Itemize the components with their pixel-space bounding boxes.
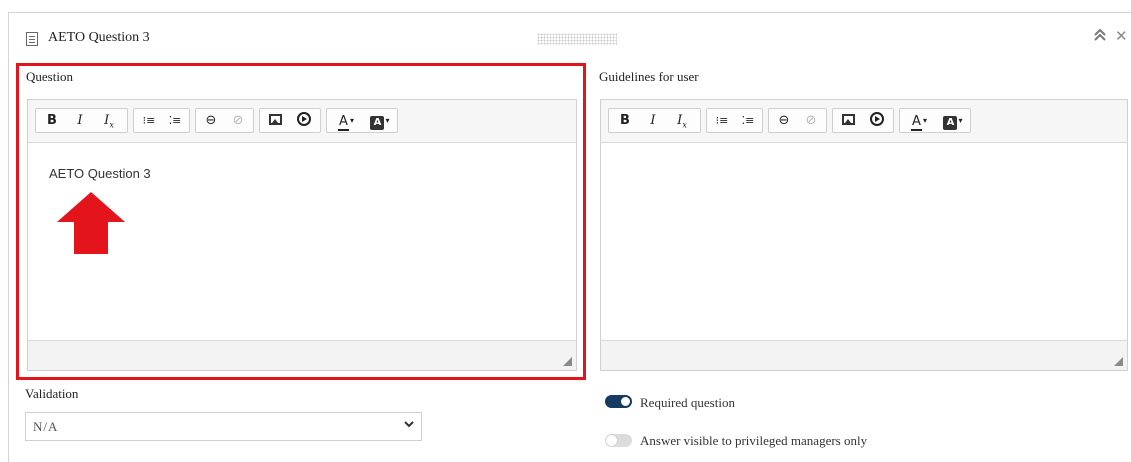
text-color-button[interactable]: A ▾	[332, 111, 360, 131]
bg-color-caret: ▾	[958, 116, 963, 125]
guidelines-status-bar	[601, 340, 1127, 370]
media-group	[259, 108, 321, 133]
numbered-list-icon[interactable]: ⁝≡	[139, 111, 159, 131]
link-group: ⊖ ⊘	[195, 108, 254, 133]
bg-color-glyph: A	[943, 116, 958, 130]
background-color-button[interactable]: A ▾	[939, 111, 967, 131]
guidelines-label: Guidelines for user	[599, 69, 699, 84]
background-color-button[interactable]: A ▾	[366, 111, 394, 131]
question-toolbar: B I Ix ⁝≡ ⁚≡ ⊖ ⊘ A ▾ A ▾	[28, 100, 576, 143]
chevron-down-icon	[403, 418, 415, 433]
toggle-knob	[606, 435, 617, 446]
red-arrow-icon	[57, 192, 125, 254]
toggle-knob	[621, 397, 630, 406]
remove-format-sub: x	[682, 120, 687, 130]
privileged-visibility-toggle[interactable]	[605, 434, 632, 447]
text-color-caret: ▾	[922, 116, 927, 125]
text-color-caret: ▾	[349, 116, 354, 125]
document-icon	[26, 32, 38, 46]
video-icon[interactable]	[293, 111, 315, 131]
list-group: ⁝≡ ⁚≡	[133, 108, 190, 133]
collapse-icon[interactable]	[1093, 28, 1107, 45]
guidelines-editor-body[interactable]	[601, 143, 1127, 340]
remove-format-button[interactable]: Ix	[98, 111, 120, 131]
image-glyph	[268, 114, 282, 125]
play-glyph	[870, 112, 884, 126]
bg-color-caret: ▾	[385, 116, 390, 125]
numbered-list-icon[interactable]: ⁝≡	[712, 111, 732, 131]
italic-button[interactable]: I	[645, 111, 661, 131]
text-color-glyph: A	[911, 114, 922, 131]
color-group: A ▾ A ▾	[326, 108, 398, 133]
image-icon[interactable]	[838, 111, 858, 131]
validation-label: Validation	[25, 386, 79, 401]
remove-format-button[interactable]: Ix	[671, 111, 693, 131]
bulleted-list-icon[interactable]: ⁚≡	[165, 111, 185, 131]
unlink-icon[interactable]: ⊘	[228, 111, 248, 131]
validation-selected-value: N/A	[33, 419, 59, 434]
question-label: Question	[26, 69, 73, 84]
link-icon[interactable]: ⊖	[774, 111, 794, 131]
remove-format-sub: x	[109, 120, 114, 130]
close-icon[interactable]: ✕	[1115, 28, 1128, 44]
bulleted-list-icon[interactable]: ⁚≡	[738, 111, 758, 131]
video-icon[interactable]	[866, 111, 888, 131]
resize-grip-icon[interactable]	[563, 357, 572, 366]
question-text: AETO Question 3	[49, 166, 151, 181]
italic-button[interactable]: I	[72, 111, 88, 131]
format-group: B I Ix	[35, 108, 128, 133]
bold-button[interactable]: B	[44, 111, 60, 131]
privileged-visibility-label: Answer visible to privileged managers on…	[640, 433, 868, 448]
unlink-icon[interactable]: ⊘	[801, 111, 821, 131]
link-group: ⊖ ⊘	[768, 108, 827, 133]
bold-button[interactable]: B	[617, 111, 633, 131]
link-icon[interactable]: ⊖	[201, 111, 221, 131]
list-group: ⁝≡ ⁚≡	[706, 108, 763, 133]
text-color-button[interactable]: A ▾	[905, 111, 933, 131]
required-question-label: Required question	[640, 395, 735, 410]
required-question-toggle[interactable]	[605, 395, 632, 408]
play-glyph	[297, 112, 311, 126]
question-status-bar	[28, 340, 576, 370]
image-glyph	[841, 114, 855, 125]
text-color-glyph: A	[338, 114, 349, 131]
validation-select[interactable]: N/A	[25, 412, 422, 441]
guidelines-editor[interactable]: B I Ix ⁝≡ ⁚≡ ⊖ ⊘ A ▾ A ▾	[600, 99, 1128, 371]
guidelines-toolbar: B I Ix ⁝≡ ⁚≡ ⊖ ⊘ A ▾ A ▾	[601, 100, 1127, 143]
resize-grip-icon[interactable]	[1114, 357, 1123, 366]
drag-handle[interactable]	[537, 33, 617, 45]
bg-color-glyph: A	[370, 116, 385, 130]
panel-title: AETO Question 3	[48, 30, 150, 45]
image-icon[interactable]	[265, 111, 285, 131]
media-group	[832, 108, 894, 133]
format-group: B I Ix	[608, 108, 701, 133]
color-group: A ▾ A ▾	[899, 108, 971, 133]
